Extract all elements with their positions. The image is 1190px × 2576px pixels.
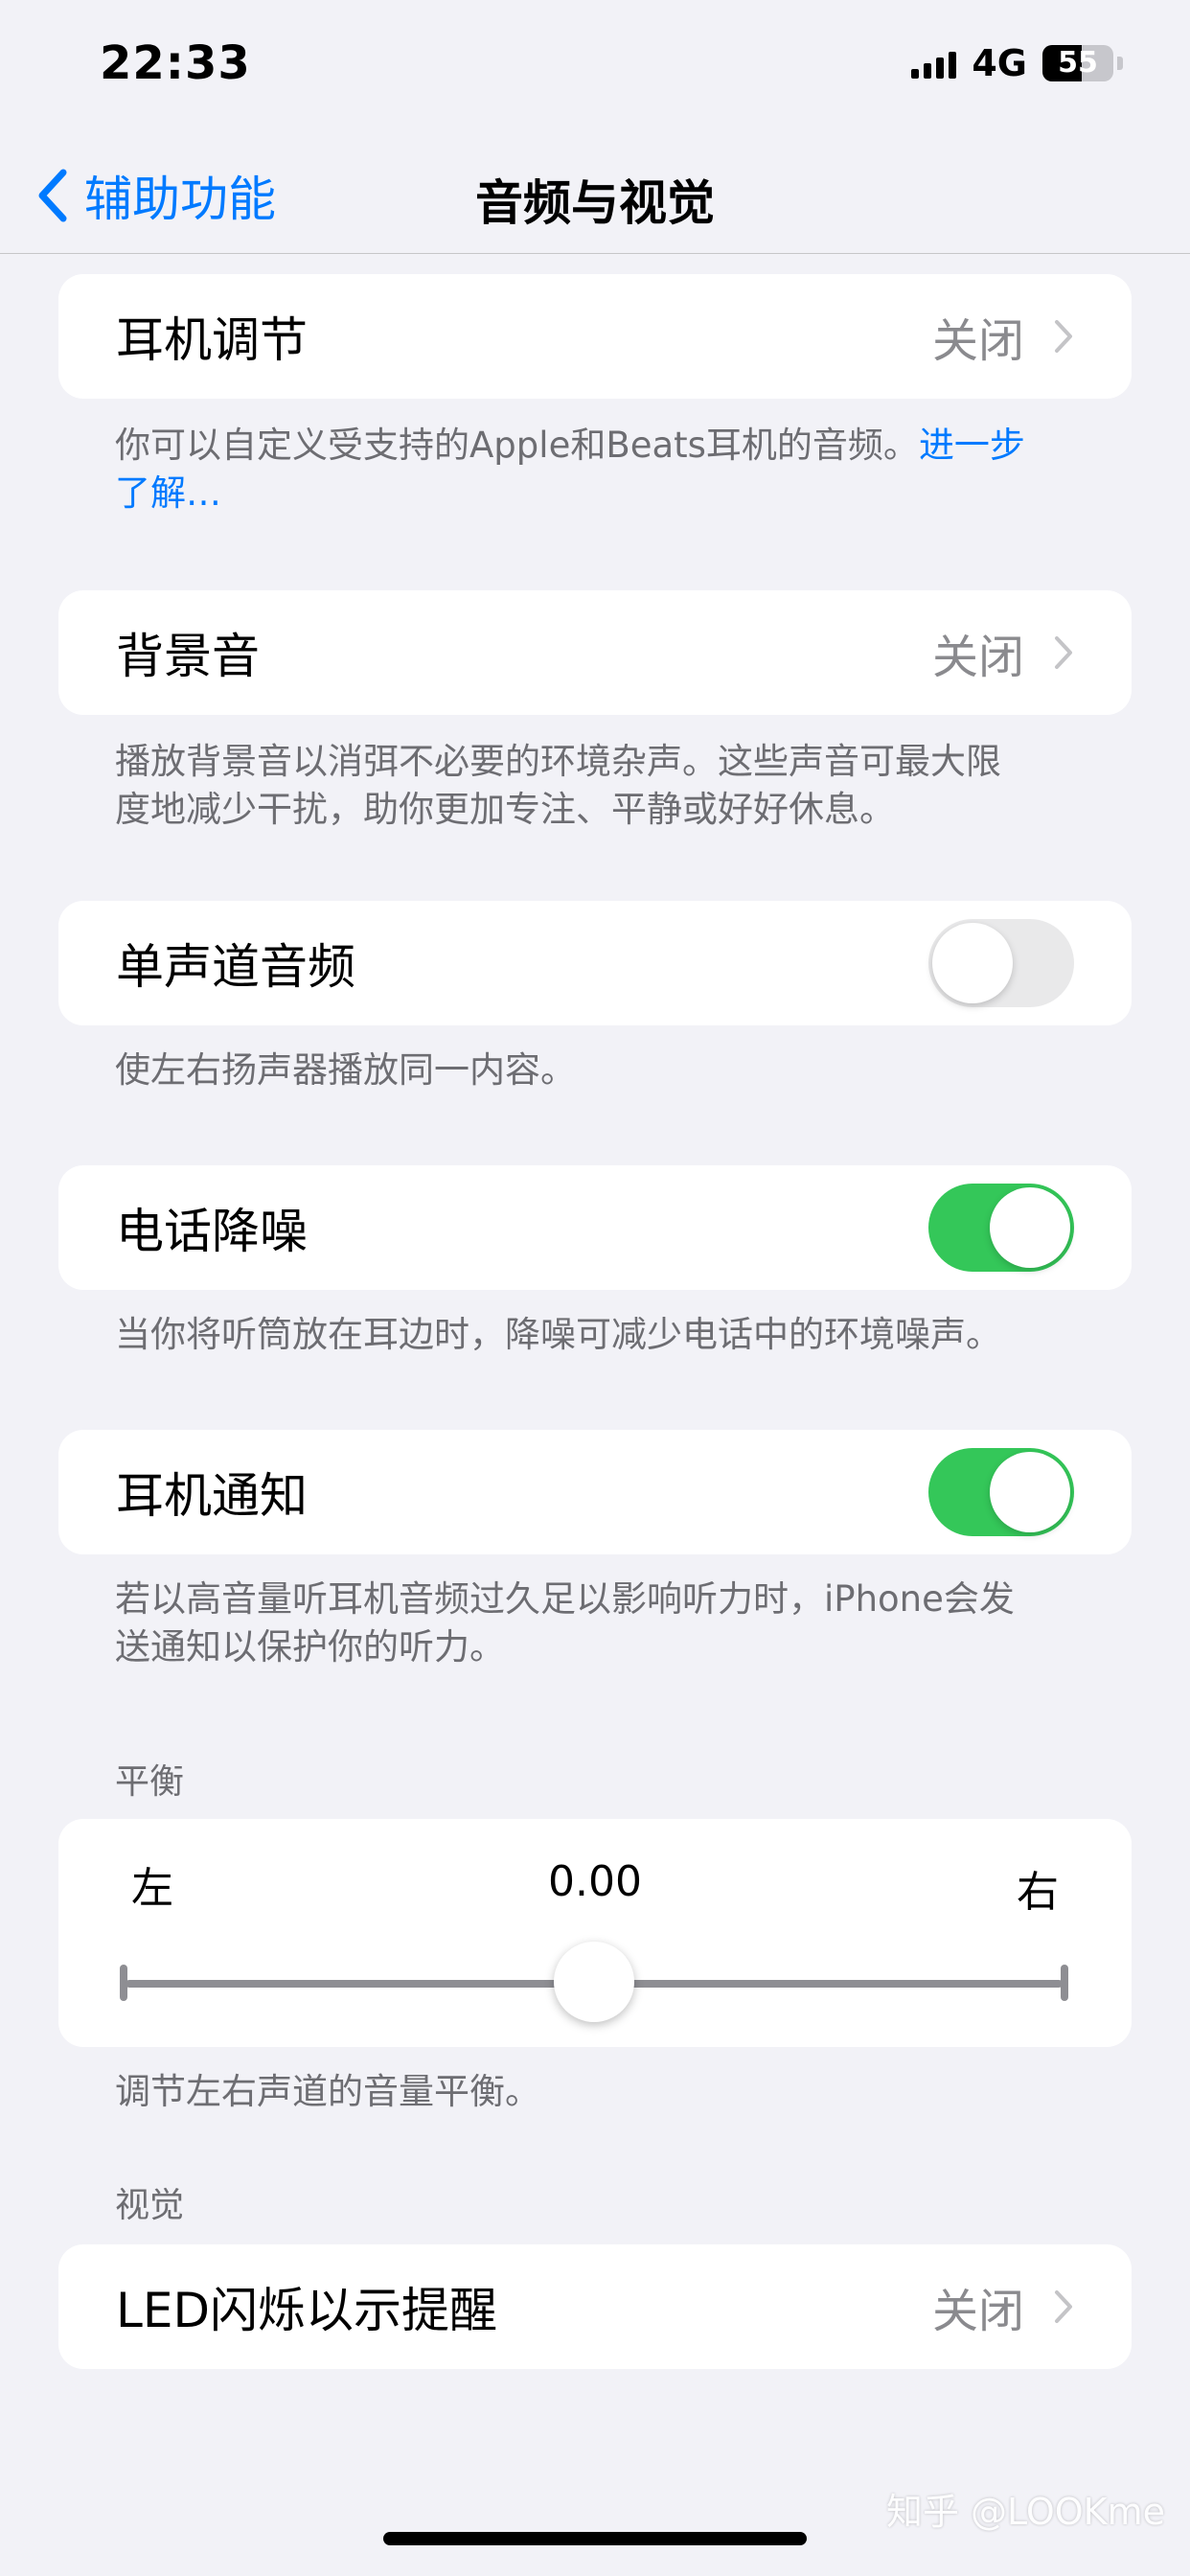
page-title: 音频与视觉 [475, 175, 715, 231]
headphone-notify-toggle[interactable] [928, 1448, 1074, 1536]
battery-icon: 55 [1042, 45, 1113, 81]
navigation-bar: 辅助功能 音频与视觉 [0, 144, 1190, 254]
headphone-adjust-value: 关闭 [931, 314, 1024, 368]
headphone-adjust-row[interactable]: 耳机调节 关闭 [58, 274, 1132, 399]
visual-section-header: 视觉 [115, 2186, 185, 2225]
mono-audio-footer: 使左右扬声器播放同一内容。 [115, 1049, 576, 1091]
home-indicator[interactable] [383, 2532, 807, 2545]
headphone-notify-label: 耳机通知 [116, 1468, 308, 1524]
headphone-notify-footer: 若以高音量听耳机音频过久足以影响听力时，iPhone会发送通知以保护你的听力。 [115, 1578, 1015, 1668]
mono-audio-toggle[interactable] [928, 919, 1074, 1007]
phone-noise-row: 电话降噪 [58, 1165, 1132, 1290]
chevron-right-icon [1055, 320, 1072, 353]
background-sounds-label: 背景音 [116, 629, 260, 684]
network-type: 4G [972, 42, 1027, 84]
background-sounds-value: 关闭 [931, 631, 1024, 684]
balance-section-header: 平衡 [115, 1762, 185, 1802]
background-sounds-footer: 播放背景音以消弭不必要的环境杂声。这些声音可最大限度地减少干扰，助你更加专注、平… [115, 741, 1001, 830]
phone-noise-label: 电话降噪 [116, 1204, 308, 1259]
watermark: 知乎 @LOOKme [885, 2491, 1165, 2533]
cellular-signal-icon [911, 48, 957, 79]
status-indicators: 4G 55 [911, 42, 1123, 84]
balance-slider-thumb[interactable] [554, 1942, 634, 2022]
balance-right-label: 右 [1017, 1868, 1059, 1917]
headphone-adjust-label: 耳机调节 [116, 312, 308, 368]
toggle-knob [932, 923, 1013, 1003]
headphone-adjust-footer: 你可以自定义受支持的Apple和Beats耳机的音频。进一步了解… [115, 422, 1035, 518]
headphone-adjust-footer-text: 你可以自定义受支持的Apple和Beats耳机的音频。 [115, 425, 919, 466]
phone-noise-toggle[interactable] [928, 1184, 1074, 1272]
phone-noise-footer: 当你将听筒放在耳边时，降噪可减少电话中的环境噪声。 [115, 1314, 1001, 1355]
mono-audio-row: 单声道音频 [58, 901, 1132, 1025]
toggle-knob [990, 1187, 1070, 1268]
background-sounds-row[interactable]: 背景音 关闭 [58, 590, 1132, 715]
slider-right-cap [1061, 1965, 1068, 2001]
led-flash-value: 关闭 [931, 2285, 1024, 2338]
toggle-knob [990, 1452, 1070, 1532]
headphone-notify-row: 耳机通知 [58, 1430, 1132, 1554]
chevron-right-icon [1055, 2290, 1072, 2323]
mono-audio-label: 单声道音频 [116, 939, 355, 995]
status-time: 22:33 [100, 36, 251, 90]
balance-footer: 调节左右声道的音量平衡。 [115, 2071, 540, 2112]
battery-percentage: 55 [1058, 46, 1098, 80]
battery-tip [1117, 57, 1123, 70]
led-flash-label: LED闪烁以示提醒 [116, 2283, 497, 2338]
chevron-right-icon [1055, 636, 1072, 669]
balance-value: 0.00 [548, 1857, 642, 1906]
balance-card: 左 0.00 右 [58, 1819, 1132, 2047]
led-flash-row[interactable]: LED闪烁以示提醒 关闭 [58, 2244, 1132, 2369]
